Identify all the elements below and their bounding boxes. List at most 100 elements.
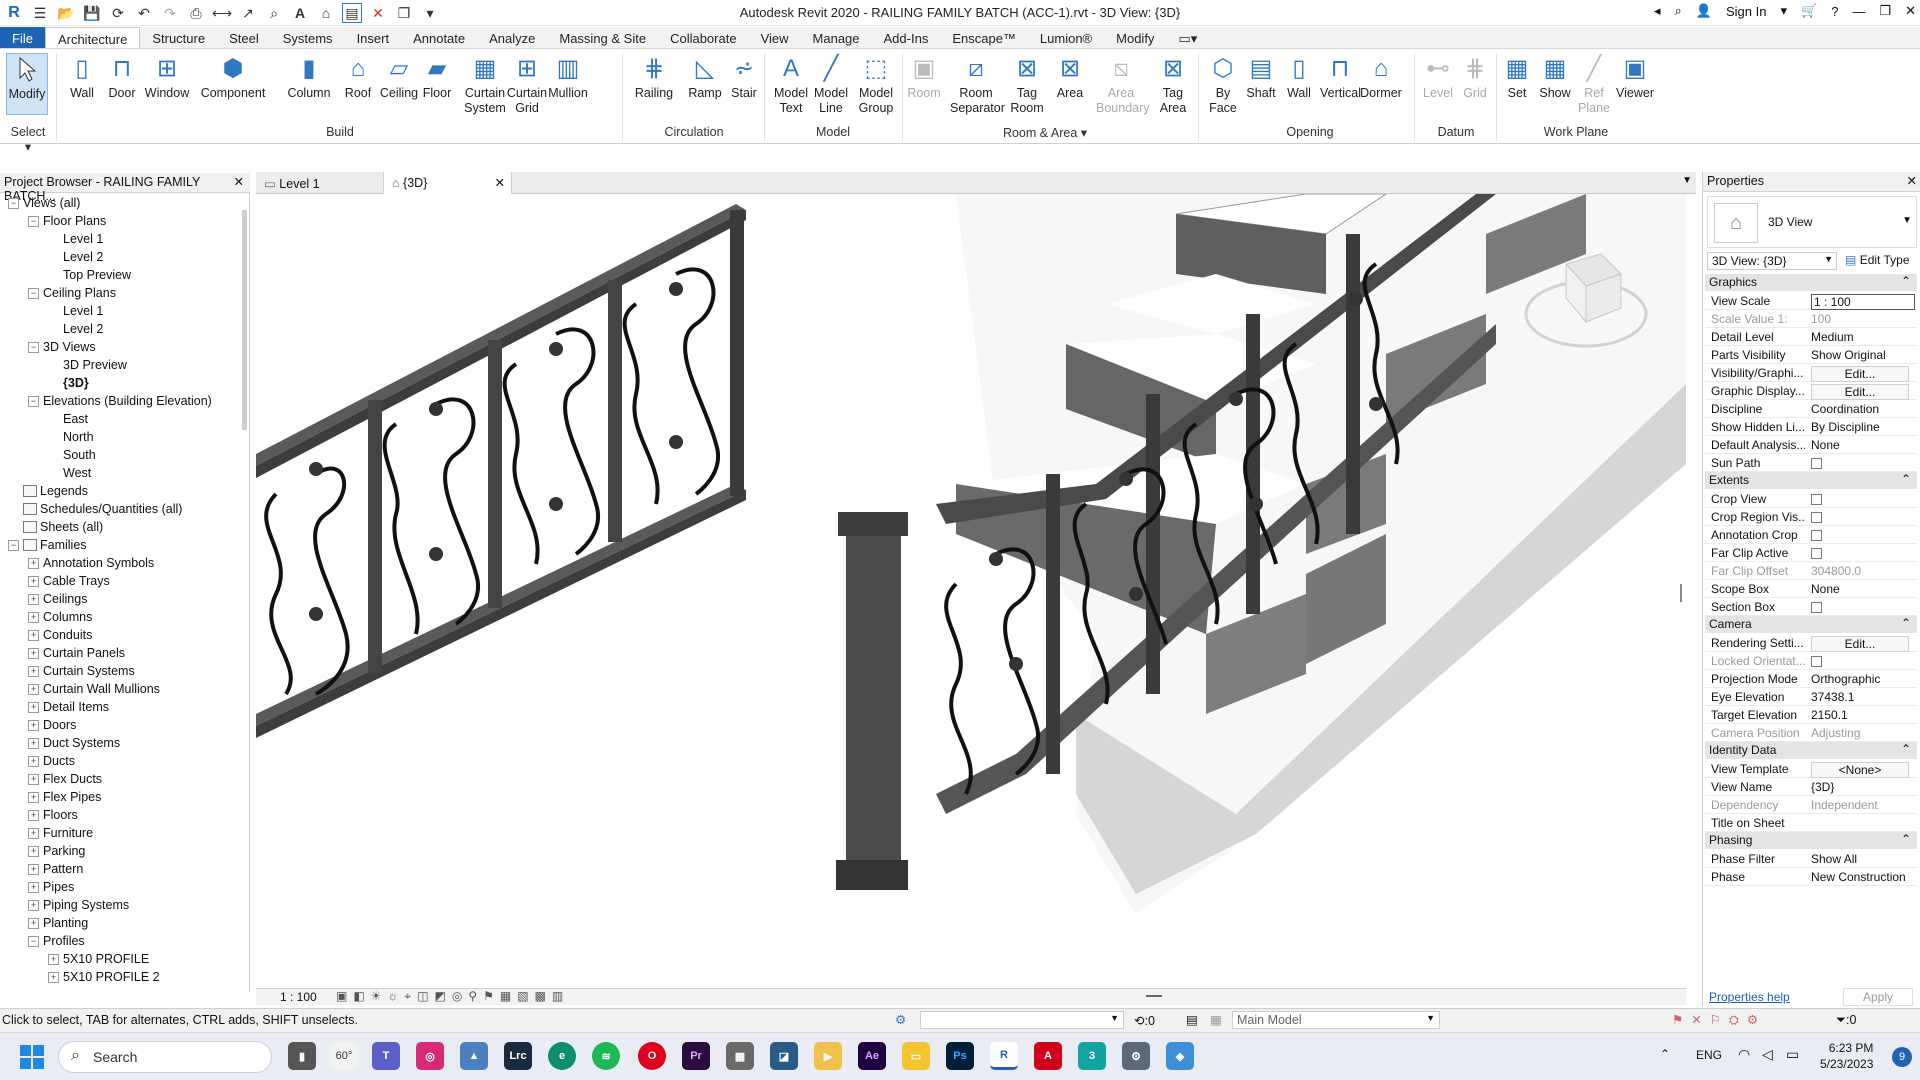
collapse-icon[interactable]: ⌃ [1901,742,1911,756]
opera-icon[interactable]: O [638,1042,666,1070]
edit-type-button[interactable]: ▤ Edit Type [1843,252,1919,270]
collapse-icon[interactable]: ⌃ [1901,616,1911,630]
expand-icon[interactable]: + [28,827,39,839]
property-value[interactable]: Coordination [1811,402,1915,416]
tab-architecture[interactable]: Architecture [44,27,141,48]
tab-systems[interactable]: Systems [271,27,345,48]
property-value[interactable]: Show Original [1811,348,1915,362]
expand-icon[interactable]: + [48,971,59,983]
teams-icon[interactable]: T [372,1042,400,1070]
property-value[interactable]: 37438.1 [1811,690,1915,704]
file-explorer-icon[interactable]: ▭ [902,1042,930,1070]
property-edit-button[interactable]: Edit... [1811,366,1915,382]
property-edit-button[interactable]: <None> [1811,762,1915,778]
tab-insert[interactable]: Insert [345,27,402,48]
collapse-icon[interactable]: ⌃ [1901,832,1911,846]
back-arrow-icon[interactable]: ◂ [1654,3,1661,19]
tree-item[interactable]: + Floors [0,806,243,824]
close-icon[interactable]: ✕ [1907,173,1917,188]
workset-select[interactable]: ▼ [920,1011,1124,1029]
build-door-button[interactable]: ⊓ Door [104,53,140,101]
tree-item[interactable]: − Elevations (Building Elevation) [0,392,243,410]
build-ceiling-button[interactable]: ▱ Ceiling [378,53,420,101]
tree-item[interactable]: + Cable Trays [0,572,243,590]
tree-item[interactable]: + Ceilings [0,590,243,608]
instagram-icon[interactable]: ◎ [416,1042,444,1070]
autocad-icon[interactable]: A [1034,1042,1062,1070]
tree-item[interactable]: − Profiles [0,932,243,950]
close-hidden-windows-icon[interactable]: ✕ [368,3,388,23]
property-value[interactable]: Show All [1811,852,1915,866]
tab-lumion[interactable]: Lumion® [1028,27,1104,48]
property-value[interactable]: New Construction [1811,870,1915,884]
expand-icon[interactable]: + [28,863,39,875]
properties-section-header[interactable]: Identity Data ⌃ [1705,742,1917,759]
modify-button[interactable]: Modify [6,53,48,115]
model-model-group-button[interactable]: ⬚ Model Group [854,53,898,116]
edge-icon[interactable]: e [548,1042,576,1070]
file-menu-icon[interactable]: ☰ [30,3,50,23]
filter-icon[interactable]: ⏷:0 [1836,1013,1856,1028]
property-edit-button[interactable]: Edit... [1811,384,1915,400]
expand-icon[interactable]: + [28,557,39,569]
photos-icon[interactable]: ▲ [460,1042,488,1070]
type-selector[interactable]: ⌂ 3D View ▼ [1707,196,1917,248]
properties-section-header[interactable]: Extents ⌃ [1705,472,1917,489]
collapse-icon[interactable]: − [28,341,39,353]
circulation-railing-button[interactable]: ⋕ Railing [632,53,676,101]
tab-level-1[interactable]: ▭ Level 1 [256,172,384,194]
tree-item[interactable]: 3D Preview [0,356,243,374]
tree-item[interactable]: + Piping Systems [0,896,243,914]
room-area-tag-area-button[interactable]: ⊠ Tag Area [1154,53,1192,116]
property-checkbox[interactable] [1811,456,1915,472]
property-value[interactable]: Orthographic [1811,672,1915,686]
chevron-up-icon[interactable]: ⌃ [1660,1047,1670,1061]
tree-item[interactable]: + Duct Systems [0,734,243,752]
property-value[interactable]: Medium [1811,330,1915,344]
tab-analyze[interactable]: Analyze [477,27,547,48]
tree-item[interactable]: + Parking [0,842,243,860]
close-icon[interactable]: ✕ [495,175,505,190]
room-area-area-button[interactable]: ⊠ Area [1052,53,1088,101]
tree-item[interactable]: + Annotation Symbols [0,554,243,572]
room-area-panel-label[interactable]: Room & Area ▾ [904,125,1186,140]
properties-help-link[interactable]: Properties help [1709,990,1790,1004]
tree-item[interactable]: − Ceiling Plans [0,284,243,302]
opening-wall-button[interactable]: ▯ Wall [1282,53,1316,101]
tree-item[interactable]: − Views (all) [0,194,243,212]
property-value[interactable]: {3D} [1811,780,1915,794]
expand-icon[interactable]: + [28,809,39,821]
property-checkbox[interactable] [1811,528,1915,544]
tab-enscape[interactable]: Enscape™ [940,27,1028,48]
tree-item[interactable]: Level 1 [0,230,243,248]
redo-icon[interactable]: ↷ [160,3,180,23]
work-plane-viewer-button[interactable]: ▣ Viewer [1614,53,1656,101]
tree-item[interactable]: Level 2 [0,248,243,266]
tab-annotate[interactable]: Annotate [401,27,477,48]
railing-left[interactable] [256,204,746,738]
expand-icon[interactable]: + [28,629,39,641]
expand-icon[interactable]: + [28,899,39,911]
model-model-text-button[interactable]: A Model Text [772,53,810,116]
app-icon[interactable]: ▶ [814,1042,842,1070]
property-value[interactable]: By Discipline [1811,420,1915,434]
tree-item[interactable]: + Conduits [0,626,243,644]
work-plane-set-button[interactable]: ▦ Set [1502,53,1532,101]
instance-filter-select[interactable]: 3D View: {3D} ▼ [1707,252,1837,270]
restore-icon[interactable]: ❐ [1879,3,1891,19]
tree-item[interactable]: South [0,446,243,464]
expand-icon[interactable]: + [28,719,39,731]
language-indicator[interactable]: ENG [1696,1048,1722,1062]
build-column-button[interactable]: ▮ Column [284,53,334,101]
exclude-options-icon[interactable]: ▦ [1210,1012,1222,1027]
user-icon[interactable]: 👤 [1696,3,1712,19]
build-curtain-grid-button[interactable]: ⊞ Curtain Grid [506,53,548,116]
work-plane-show-button[interactable]: ▦ Show [1538,53,1572,101]
tree-item[interactable]: Schedules/Quantities (all) [0,500,243,518]
view-scale[interactable]: 1 : 100 [280,990,317,1004]
ribbon-display-toggle-icon[interactable]: ▭▾ [1166,27,1209,48]
tab-manage[interactable]: Manage [801,27,872,48]
expand-icon[interactable]: + [28,845,39,857]
property-checkbox[interactable] [1811,546,1915,562]
circulation-ramp-button[interactable]: ◺ Ramp [688,53,722,101]
